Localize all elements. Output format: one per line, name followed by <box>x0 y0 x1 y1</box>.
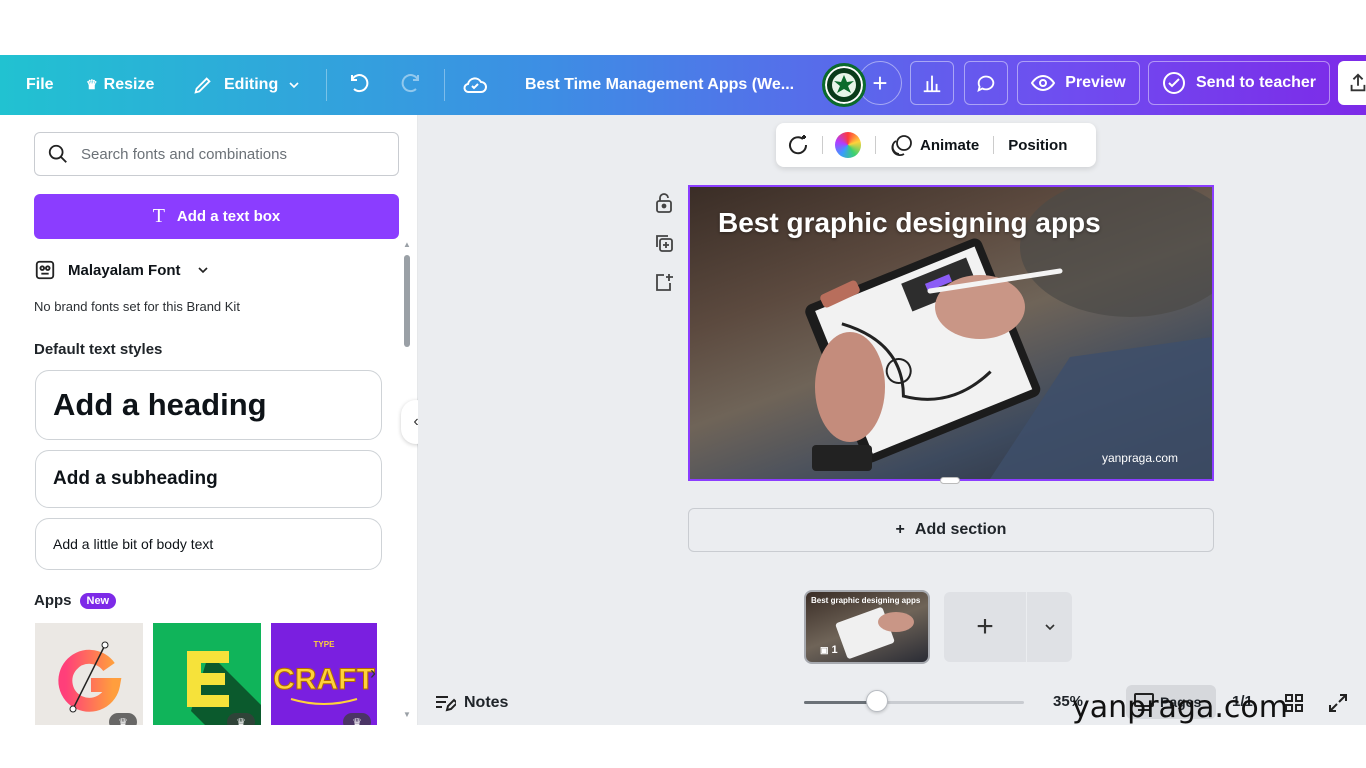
share-button[interactable] <box>1338 61 1366 105</box>
subheading-label: Add a subheading <box>53 468 218 489</box>
plus-icon: + <box>976 610 994 643</box>
text-panel: T Add a text box Malayalam Font No brand… <box>0 115 418 725</box>
zoom-slider[interactable] <box>804 701 1024 704</box>
magic-edit-button[interactable] <box>786 133 810 157</box>
undo-button[interactable] <box>348 55 372 115</box>
svg-text:CRAFT: CRAFT <box>273 663 375 696</box>
toolbar-divider <box>444 69 445 101</box>
app-tile-gradient-g[interactable]: ♛ <box>35 623 143 725</box>
g-logo-icon <box>58 641 122 713</box>
default-styles-heading: Default text styles <box>34 341 163 358</box>
add-subheading-button[interactable]: Add a subheading <box>35 450 382 508</box>
bottom-margin <box>0 725 1366 768</box>
text-t-icon: T <box>152 205 165 227</box>
fullscreen-icon[interactable] <box>1328 693 1348 718</box>
document-title[interactable]: Best Time Management Apps (We... <box>525 55 794 115</box>
bar-chart-icon <box>923 75 941 93</box>
preview-button[interactable]: Preview <box>1017 61 1140 105</box>
add-page-button[interactable]: + <box>944 592 1026 662</box>
page-thumbnail[interactable]: Best graphic designing apps ▣ 1 <box>804 590 930 664</box>
e-logo-icon <box>187 651 261 725</box>
new-badge: New <box>79 592 117 609</box>
type-craft-logo-icon: TYPE CRAFT <box>273 640 375 705</box>
animate-circles-icon <box>891 135 912 157</box>
premium-crown-icon: ♛ <box>343 713 371 725</box>
undo-icon <box>351 74 369 93</box>
add-body-text-button[interactable]: Add a little bit of body text <box>35 518 382 570</box>
design-credit-text[interactable]: yanpraga.com <box>1102 451 1178 465</box>
top-toolbar: File ♛ Resize Editing Best Time Manageme… <box>0 55 1366 115</box>
comments-button[interactable] <box>964 61 1008 105</box>
apps-heading: Apps New <box>34 592 117 609</box>
leaf-logo-icon <box>832 73 856 97</box>
file-menu[interactable]: File <box>26 55 54 115</box>
search-icon <box>48 144 67 163</box>
cloud-saved-button[interactable] <box>462 55 488 115</box>
premium-crown-icon: ♛ <box>109 713 137 725</box>
zoom-slider-knob[interactable] <box>865 690 888 712</box>
crown-icon: ♛ <box>86 77 98 92</box>
check-circle-icon <box>1162 72 1185 94</box>
premium-crown-icon: ♛ <box>227 713 255 725</box>
watermark-text: yanpraga.com <box>1072 690 1288 725</box>
notes-icon <box>436 696 456 712</box>
resize-button[interactable]: ♛ Resize <box>86 55 154 115</box>
chevron-down-icon <box>289 82 299 89</box>
refresh-sparkle-icon <box>789 135 808 155</box>
heading-label: Add a heading <box>53 387 267 422</box>
plus-icon: + <box>895 521 905 538</box>
insights-button[interactable] <box>910 61 954 105</box>
no-brand-fonts-text: No brand fonts set for this Brand Kit <box>34 299 240 314</box>
panel-scrollbar[interactable]: ▲ ▼ <box>400 240 414 720</box>
page-number-label: ▣ 1 <box>820 644 838 656</box>
body-text-label: Add a little bit of body text <box>53 536 214 552</box>
editing-mode-button[interactable]: Editing <box>192 55 302 115</box>
design-page[interactable]: Best graphic designing apps yanpraga.com <box>688 185 1214 481</box>
add-heading-button[interactable]: Add a heading <box>35 370 382 440</box>
pencil-icon <box>194 77 211 94</box>
redo-icon <box>401 74 419 93</box>
resize-handle[interactable] <box>940 477 960 484</box>
avatar[interactable] <box>822 63 866 107</box>
scroll-up-icon[interactable]: ▲ <box>403 240 411 249</box>
color-wheel-icon[interactable] <box>835 132 861 158</box>
position-button[interactable]: Position <box>1008 137 1067 154</box>
add-page-icon[interactable] <box>652 270 676 294</box>
add-text-box-button[interactable]: T Add a text box <box>34 194 399 239</box>
comment-icon <box>977 75 995 93</box>
cloud-check-icon <box>463 77 487 93</box>
font-search-box[interactable] <box>34 132 399 176</box>
toolbar-divider <box>993 136 995 154</box>
element-floating-toolbar: Animate Position <box>776 123 1096 167</box>
share-upload-icon <box>1350 73 1366 92</box>
app-tile-type-craft[interactable]: TYPE CRAFT ♛ <box>271 623 377 725</box>
app-tile-e[interactable]: ♛ <box>153 623 261 725</box>
notes-button[interactable]: Notes <box>434 690 508 716</box>
toolbar-divider <box>875 136 876 154</box>
brand-kit-selector[interactable]: Malayalam Font <box>34 258 211 282</box>
scroll-down-icon[interactable]: ▼ <box>403 710 411 719</box>
toolbar-divider <box>326 69 327 101</box>
search-input[interactable] <box>79 144 379 164</box>
brand-kit-icon <box>35 260 55 280</box>
redo-button[interactable] <box>398 55 422 115</box>
animate-button[interactable]: Animate <box>890 133 979 157</box>
design-heading[interactable]: Best graphic designing apps <box>718 207 1101 239</box>
send-to-teacher-button[interactable]: Send to teacher <box>1148 61 1330 105</box>
apps-next-arrow-icon[interactable]: › <box>370 663 376 684</box>
scroll-thumb[interactable] <box>404 255 410 347</box>
image-icon: ▣ <box>820 644 829 655</box>
toolbar-divider <box>822 136 823 154</box>
eye-icon <box>1031 74 1056 92</box>
lock-icon[interactable] <box>652 191 676 215</box>
chevron-down-icon <box>1044 624 1055 631</box>
svg-text:TYPE: TYPE <box>314 640 336 649</box>
duplicate-icon[interactable] <box>652 231 676 255</box>
add-page-options-button[interactable] <box>1027 592 1072 662</box>
chevron-down-icon <box>197 267 208 274</box>
add-section-button[interactable]: + Add section <box>688 508 1214 552</box>
